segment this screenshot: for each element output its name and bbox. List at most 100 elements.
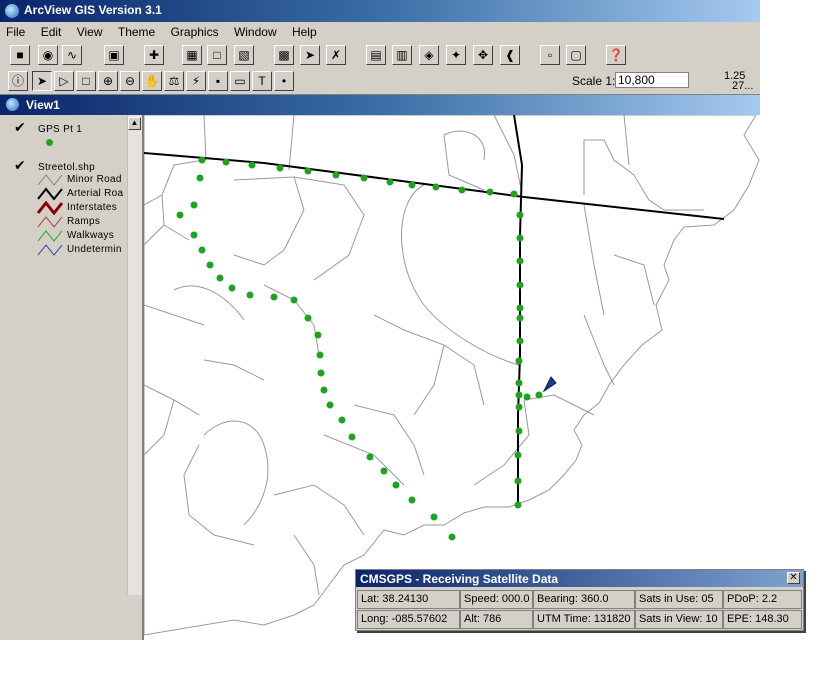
gps-point <box>516 337 524 345</box>
vertex-edit-tool[interactable]: ▷ <box>54 71 74 91</box>
measure-tool[interactable]: ⚖ <box>164 71 184 91</box>
menu-window[interactable]: Window <box>228 22 283 39</box>
select-feature-tool[interactable]: □ <box>76 71 96 91</box>
add-feature-button[interactable]: ✚ <box>144 45 164 65</box>
zoom-in-button[interactable]: ✦ <box>446 45 466 65</box>
clear-selection-button[interactable]: ▢ <box>566 45 586 65</box>
gps-point <box>196 174 204 182</box>
gps-point <box>514 501 522 509</box>
zoom-out-button[interactable]: ✥ <box>473 45 493 65</box>
open-table-button[interactable]: ▦ <box>182 45 202 65</box>
find-button[interactable]: ▩ <box>274 45 294 65</box>
gps-point <box>514 451 522 459</box>
gps-point <box>380 467 388 475</box>
menu-view[interactable]: View <box>71 22 109 39</box>
arcview-globe-icon <box>4 3 20 19</box>
menu-graphics[interactable]: Graphics <box>165 22 225 39</box>
gps-point <box>432 183 440 191</box>
hotlink-tool[interactable]: ⚡ <box>186 71 206 91</box>
label-tool[interactable]: ▪ <box>208 71 228 91</box>
legend-label: Walkways <box>67 230 115 241</box>
gps-point <box>198 156 206 164</box>
menu-edit[interactable]: Edit <box>35 22 68 39</box>
legend-line-walkways <box>37 230 63 242</box>
zoom-in-tool[interactable]: ⊕ <box>98 71 118 91</box>
legend-label: Ramps <box>67 216 101 227</box>
gps-layer-checkbox[interactable]: ✔ <box>14 119 26 136</box>
gps-sats-in-use: Sats in Use: 05 <box>635 590 723 609</box>
zoom-selected-button[interactable]: ◈ <box>419 45 439 65</box>
pan-hand-tool[interactable]: ✋ <box>142 71 162 91</box>
menu-help[interactable]: Help <box>286 22 323 39</box>
gps-point <box>408 181 416 189</box>
legend-editor-button[interactable]: ▧ <box>234 45 254 65</box>
select-features-button[interactable]: ▫ <box>540 45 560 65</box>
gps-latitude: Lat: 38.24130 <box>357 590 460 609</box>
identify-tool[interactable]: ⓘ <box>8 71 28 91</box>
lock-icon-button[interactable]: ▣ <box>104 45 124 65</box>
view-globe-icon <box>5 97 20 112</box>
legend-label: Interstates <box>67 202 117 213</box>
draw-point-tool[interactable]: • <box>274 71 294 91</box>
gps-window-title-bar[interactable]: CMSGPS - Receiving Satellite Data ✕ <box>356 570 803 587</box>
gps-point <box>190 201 198 209</box>
gps-point <box>515 357 523 365</box>
gps-point <box>486 188 494 196</box>
gps-point <box>516 211 524 219</box>
gps-point <box>206 261 214 269</box>
gps-point <box>314 331 322 339</box>
gps-status-window: CMSGPS - Receiving Satellite Data ✕ Lat:… <box>355 569 804 631</box>
gps-altitude: Alt: 786 <box>460 610 533 629</box>
close-icon[interactable]: ✕ <box>787 572 800 584</box>
view-title-bar[interactable]: View1 <box>0 95 760 115</box>
gps-bearing: Bearing: 360.0 <box>533 590 635 609</box>
help-button[interactable]: ❓ <box>606 45 626 65</box>
gps-layer-name[interactable]: GPS Pt 1 <box>38 124 82 135</box>
gps-point <box>366 453 374 461</box>
gps-point <box>270 293 278 301</box>
hammer-query-button[interactable]: ✗ <box>326 45 346 65</box>
pointer-tool[interactable]: ➤ <box>32 71 52 91</box>
app-title-bar[interactable]: ArcView GIS Version 3.1 <box>0 0 760 22</box>
streets-layer-checkbox[interactable]: ✔ <box>14 157 26 174</box>
gps-point <box>516 281 524 289</box>
coordinate-y-readout: 27... <box>732 80 754 92</box>
add-theme-button[interactable]: ◉ <box>38 45 58 65</box>
gps-point <box>516 304 524 312</box>
text-tool[interactable]: T <box>252 71 272 91</box>
map-canvas[interactable] <box>144 115 764 640</box>
locate-address-button[interactable]: ➤ <box>300 45 320 65</box>
legend-line-ramps <box>37 216 63 228</box>
theme-properties-button[interactable]: ∿ <box>62 45 82 65</box>
toc-scrollbar[interactable]: ▲ <box>127 115 142 595</box>
legend-symbols <box>36 174 64 256</box>
view-title: View1 <box>26 98 60 112</box>
scale-input[interactable] <box>615 72 689 88</box>
gps-point <box>535 391 543 399</box>
gps-point-symbol <box>46 139 53 146</box>
zoom-full-extent-button[interactable]: ▤ <box>366 45 386 65</box>
gps-point <box>222 158 230 166</box>
menu-theme[interactable]: Theme <box>112 22 161 39</box>
gps-point <box>386 178 394 186</box>
zoom-previous-button[interactable]: ❰ <box>500 45 520 65</box>
map-torn-edge <box>144 115 760 636</box>
streets-layer-name[interactable]: Streetol.shp <box>38 162 95 173</box>
gps-point <box>458 186 466 194</box>
gps-point <box>198 246 206 254</box>
menu-file[interactable]: File <box>0 22 31 39</box>
select-by-shape-button[interactable]: □ <box>207 45 227 65</box>
area-of-interest-tool[interactable]: ▭ <box>230 71 250 91</box>
gps-point <box>448 533 456 541</box>
gps-point <box>515 427 523 435</box>
arcview-window: ArcView GIS Version 3.1 File Edit View T… <box>0 0 770 640</box>
zoom-out-tool[interactable]: ⊖ <box>120 71 140 91</box>
gps-point <box>190 231 198 239</box>
gps-sats-in-view: Sats in View: 10 <box>635 610 723 629</box>
legend-label: Undetermin <box>67 244 122 255</box>
gps-point <box>290 296 298 304</box>
zoom-active-themes-button[interactable]: ▥ <box>392 45 412 65</box>
gps-point <box>510 190 518 198</box>
save-button[interactable]: ■ <box>10 45 30 65</box>
scroll-up-arrow-icon[interactable]: ▲ <box>128 117 141 130</box>
